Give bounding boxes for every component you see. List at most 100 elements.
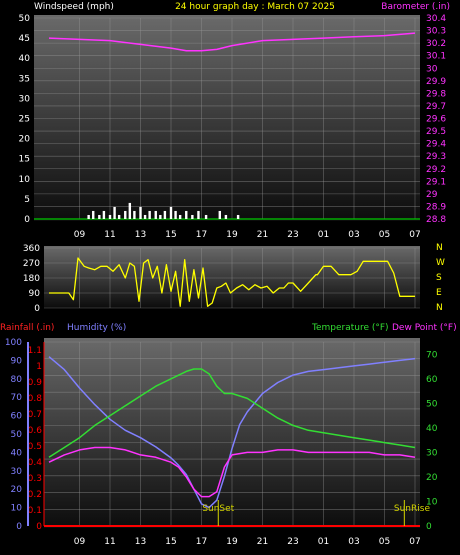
compass-labels: NWSEN [436,243,445,313]
compass-label: E [436,288,442,298]
windspeed-bar [133,210,136,219]
top-x-tick-label: 19 [226,230,238,240]
top-x-tick-label: 03 [348,230,359,240]
top-x-ticks: 09 11 13 15 17 19 21 23 01 03 05 07 [74,230,421,240]
barometer-tick-label: 30.4 [426,14,446,24]
barometer-tick-label: 30.3 [426,27,446,37]
barometer-tick-label: 30.1 [426,52,446,62]
windspeed-bar [139,206,142,219]
humidity-tick-label: 20 [11,485,23,495]
chart-title: 24 hour graph day : March 07 2025 [175,2,335,12]
windspeed-tick-label: 30 [19,94,31,104]
windspeed-bar [174,210,177,219]
windspeed-tick-label: 40 [19,54,31,64]
bottom-x-tick-label: 17 [196,537,207,547]
top-x-tick-label: 17 [196,230,207,240]
direction-tick-label: 360 [23,244,40,254]
windspeed-bar [87,214,90,219]
windspeed-tick-label: 0 [24,215,30,225]
top-x-tick-label: 09 [74,230,86,240]
rainfall-tick-label: 0.1 [28,506,42,516]
direction-tick-label: 90 [29,289,41,299]
temperature-tick-label: 40 [426,424,438,434]
windspeed-bar [148,210,151,219]
bottom-x-tick-label: 09 [74,537,86,547]
barometer-tick-label: 28.8 [426,215,446,225]
bottom-x-tick-label: 19 [226,537,238,547]
windspeed-bar [185,210,188,219]
windspeed-bar [143,214,147,219]
rainfall-tick-label: 1 [36,362,42,372]
windspeed-bar [191,214,194,219]
barometer-tick-label: 29.2 [426,165,446,175]
barometer-tick-label: 30 [426,64,438,74]
barometer-tick-label: 29.6 [426,115,446,125]
top-x-tick-label: 13 [135,230,146,240]
windspeed-bar [204,214,208,219]
rainfall-tick-label: 0.5 [28,442,42,452]
windspeed-tick-label: 35 [19,74,30,84]
direction-tick-label: 270 [23,259,40,269]
top-x-tick-label: 07 [409,230,420,240]
windspeed-bar [159,214,162,219]
humidity-tick-label: 10 [11,504,23,514]
sun-marker-label: SunSet [202,504,234,514]
windspeed-bar [236,214,240,219]
temperature-tick-label: 60 [426,375,438,385]
windspeed-bar [224,214,228,219]
rainfall-tick-label: 0.8 [28,394,43,404]
humidity-tick-label: 90 [11,356,23,366]
barometer-tick-label: 29.1 [426,177,446,187]
compass-label: W [436,258,445,268]
humidity-tick-label: 70 [11,393,23,403]
windspeed-bar [218,210,221,219]
humidity-tick-label: 80 [11,375,23,385]
barometer-tick-label: 29.5 [426,127,446,137]
humidity-tick-label: 30 [11,467,23,477]
windspeed-bar [128,202,132,219]
sun-marker-label: SunRise [394,504,431,514]
top-x-tick-label: 15 [165,230,176,240]
humidity-tick-label: 50 [11,430,23,440]
windspeed-tick-label: 20 [19,135,31,145]
compass-label: S [436,273,442,283]
bottom-x-tick-label: 01 [318,537,329,547]
rainfall-tick-label: 0.6 [28,426,43,436]
top-x-tick-label: 05 [379,230,390,240]
top-x-tick-label: 01 [318,230,329,240]
humidity-tick-label: 60 [11,412,23,422]
temperature-tick-label: 0 [426,522,432,532]
rainfall-tick-label: 0.7 [28,410,42,420]
humidity-axis-title: Humidity (%) [67,323,126,333]
bottom-x-tick-label: 15 [165,537,176,547]
temperature-tick-label: 30 [426,448,438,458]
barometer-axis-title: Barometer (.in) [381,2,450,12]
windspeed-bar [92,210,95,219]
bottom-x-tick-label: 05 [379,537,390,547]
direction-tick-label: 0 [34,304,40,314]
temperature-tick-label: 50 [426,399,438,409]
bottom-x-tick-label: 11 [104,537,115,547]
bottom-x-tick-label: 13 [135,537,146,547]
windspeed-bar [124,210,127,219]
windspeed-tick-label: 5 [24,195,30,205]
compass-label: N [436,303,443,313]
bottom-x-tick-label: 21 [257,537,268,547]
windspeed-bar [108,214,112,219]
windspeed-bar [117,214,121,219]
windspeed-bar [169,206,173,219]
barometer-tick-label: 29.3 [426,152,446,162]
barometer-tick-label: 29 [426,190,438,200]
windspeed-bar [178,214,182,219]
top-x-tick-label: 21 [257,230,268,240]
rainfall-tick-label: 0.4 [28,458,43,468]
windspeed-tick-label: 15 [19,155,30,165]
windspeed-tick-label: 10 [19,175,31,185]
temperature-tick-label: 70 [426,350,438,360]
windspeed-tick-label: 45 [19,34,30,44]
top-x-tick-label: 23 [287,230,298,240]
bottom-x-tick-label: 07 [409,537,420,547]
direction-tick-label: 180 [23,274,40,284]
windspeed-axis-title: Windspeed (mph) [34,2,114,12]
top-x-tick-label: 11 [104,230,115,240]
